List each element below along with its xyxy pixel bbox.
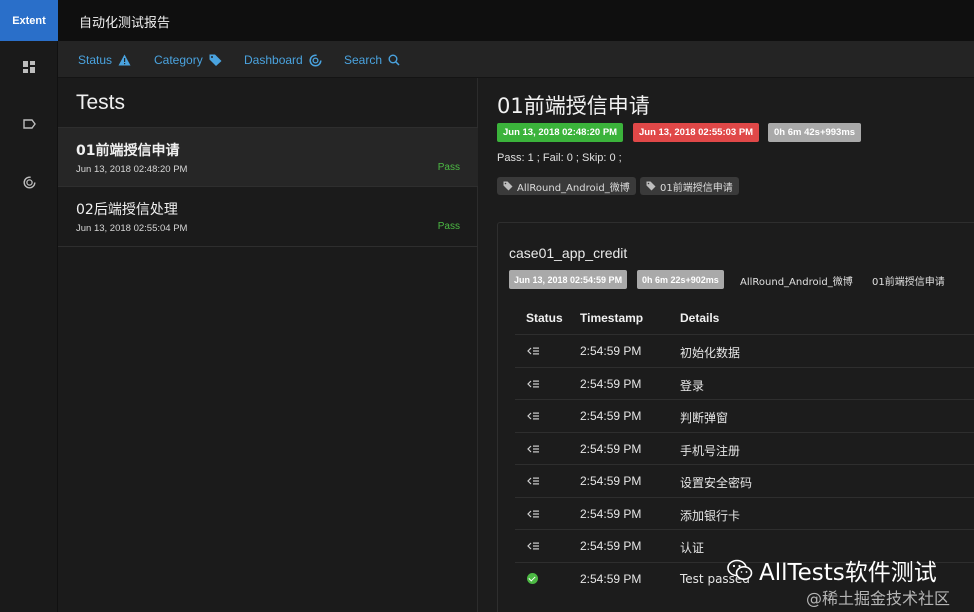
col-details: Details (680, 311, 720, 325)
log-details: 手机号注册 (680, 443, 741, 458)
grid-icon[interactable] (19, 57, 39, 77)
watermark-subtext: @稀土掘金技术社区 (806, 589, 951, 608)
tag-icon[interactable] (19, 114, 39, 134)
test-status: Pass (437, 221, 460, 232)
dashboard-icon (309, 53, 322, 67)
nav-category-label: Category (154, 53, 203, 67)
result-summary: Pass: 1 ; Fail: 0 ; Skip: 0 ; (497, 152, 622, 164)
case-duration-badge: 0h 6m 22s+902ms (637, 270, 724, 289)
log-timestamp: 2:54:59 PM (580, 376, 642, 391)
log-details: 初始化数据 (680, 346, 741, 360)
case-parent: 01前端授信申请 (872, 277, 945, 288)
wechat-icon (727, 559, 753, 580)
detail-title: 01前端授信申请 (497, 94, 650, 118)
log-details: 认证 (680, 541, 705, 555)
dashboard-icon[interactable] (19, 172, 39, 192)
info-list-icon (527, 445, 539, 452)
category-tag-label: AllRound_Android_微博 (517, 182, 630, 194)
end-time-badge: Jun 13, 2018 02:55:03 PM (633, 123, 760, 142)
test-item[interactable]: 02后端授信处理 Jun 13, 2018 02:55:04 PM Pass (58, 187, 478, 247)
log-details: 添加银行卡 (680, 508, 741, 523)
tests-panel: Tests 01前端授信申请 Jun 13, 2018 02:48:20 PM … (58, 78, 478, 612)
category-tag[interactable]: 01前端授信申请 (640, 177, 739, 195)
log-details: 设置安全密码 (680, 476, 753, 490)
log-details: 判断弹窗 (680, 411, 729, 425)
log-timestamp: 2:54:59 PM (580, 506, 642, 521)
log-timestamp: 2:54:59 PM (580, 409, 642, 423)
log-timestamp: 2:54:59 PM (580, 571, 642, 586)
log-row: 2:54:59 PM 初始化数据 (515, 334, 974, 367)
info-list-icon (527, 477, 539, 485)
test-detail-panel: 01前端授信申请 Jun 13, 2018 02:48:20 PM Jun 13… (479, 78, 974, 612)
side-rail: Extent (0, 0, 58, 612)
log-row: 2:54:59 PM 设置安全密码 (515, 464, 974, 497)
info-list-icon (527, 412, 539, 420)
log-timestamp: 2:54:59 PM (580, 539, 642, 553)
log-row: 2:54:59 PM 手机号注册 (515, 431, 974, 465)
nav-search-label: Search (344, 53, 383, 67)
info-list-icon (527, 347, 539, 355)
search-icon (388, 54, 400, 66)
nav-bar: Status Category Dashboard Search (58, 41, 974, 78)
log-row: 2:54:59 PM 判断弹窗 (515, 399, 974, 432)
log-row: 2:54:59 PM 登录 (515, 366, 974, 400)
test-status: Pass (437, 162, 460, 173)
nav-status[interactable]: Status (78, 53, 131, 67)
duration-badge: 0h 6m 42s+993ms (768, 123, 862, 142)
watermark-text: AllTests软件测试 (759, 560, 937, 586)
warning-icon (118, 54, 131, 66)
test-time: Jun 13, 2018 02:48:20 PM (76, 164, 188, 175)
test-name: 01前端授信申请 (76, 143, 180, 159)
tag-icon (646, 181, 656, 191)
category-tag[interactable]: AllRound_Android_微博 (497, 177, 636, 195)
tests-heading: Tests (76, 91, 126, 114)
log-table: Status Timestamp Details 2:54:59 PM 初始化数据… (515, 305, 974, 594)
log-details: 登录 (680, 378, 705, 393)
test-time: Jun 13, 2018 02:55:04 PM (76, 223, 188, 234)
nav-search[interactable]: Search (344, 53, 400, 67)
nav-dashboard[interactable]: Dashboard (244, 53, 322, 67)
category-tag-label: 01前端授信申请 (660, 182, 733, 194)
tag-icon (209, 54, 222, 66)
nav-category[interactable]: Category (154, 53, 222, 67)
info-list-icon (527, 542, 539, 550)
col-status: Status (526, 311, 563, 325)
log-timestamp: 2:54:59 PM (580, 474, 642, 488)
top-bar: 自动化测试报告 (58, 0, 974, 41)
log-timestamp: 2:54:59 PM (580, 344, 642, 358)
case-time-badge: Jun 13, 2018 02:54:59 PM (509, 270, 628, 289)
info-list-icon (527, 380, 539, 387)
nav-status-label: Status (78, 53, 113, 67)
brand-logo[interactable]: Extent (0, 0, 58, 41)
test-name: 02后端授信处理 (76, 202, 178, 218)
case-category: AllRound_Android_微博 (740, 277, 853, 288)
report-title: 自动化测试报告 (79, 16, 171, 31)
case-name: case01_app_credit (509, 245, 628, 261)
col-timestamp: Timestamp (580, 311, 644, 325)
tag-icon (503, 181, 513, 191)
test-item[interactable]: 01前端授信申请 Jun 13, 2018 02:48:20 PM Pass (58, 127, 478, 187)
log-row: 2:54:59 PM 添加银行卡 (515, 496, 974, 530)
log-table-header: Status Timestamp Details (515, 305, 974, 334)
info-list-icon (527, 510, 539, 517)
start-time-badge: Jun 13, 2018 02:48:20 PM (497, 123, 624, 142)
pass-check-icon (527, 572, 538, 584)
log-timestamp: 2:54:59 PM (580, 441, 642, 456)
nav-dashboard-label: Dashboard (244, 53, 303, 67)
watermark: AllTests软件测试 (727, 553, 937, 587)
